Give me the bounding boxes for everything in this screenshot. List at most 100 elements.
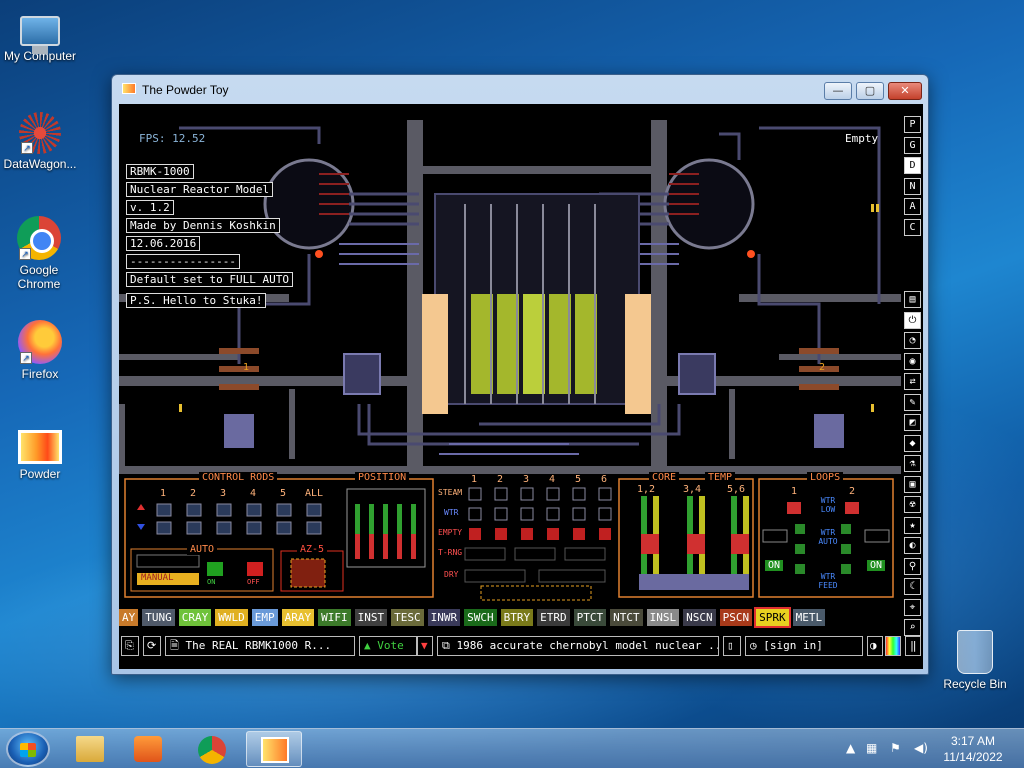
menu-tool-9-icon[interactable]: ⚗: [904, 455, 921, 472]
element-button[interactable]: PSCN: [719, 609, 753, 626]
menu-tool-10-icon[interactable]: ▣: [904, 475, 921, 493]
core-label: CORE: [649, 472, 680, 483]
element-button[interactable]: INSL: [646, 609, 680, 626]
powder-toy-window[interactable]: The Powder Toy — ▢ ✕ FPS: 12.52 Empty RB…: [111, 74, 929, 675]
desktop-icon-powder[interactable]: Powder: [0, 424, 80, 481]
element-button[interactable]: METL: [792, 609, 826, 626]
element-button[interactable]: WWLD: [215, 609, 248, 626]
settings-icon[interactable]: ◑: [867, 636, 883, 656]
element-button[interactable]: ARAY: [281, 609, 315, 626]
vote-up-button[interactable]: ▲ Vote: [359, 636, 417, 656]
menu-tool-5-icon[interactable]: ⇄: [904, 373, 921, 390]
menu-tool-4-icon[interactable]: ◉: [904, 352, 921, 370]
sign-in-button[interactable]: ◷ [sign in]: [745, 636, 863, 656]
menu-tool-11-icon[interactable]: ☢: [904, 496, 921, 513]
menu-tool-14-icon[interactable]: ⚲: [904, 557, 921, 575]
menu-d-button[interactable]: D: [904, 157, 921, 174]
description-button[interactable]: ⧉ 1986 accurate chernobyl model nuclear …: [437, 636, 719, 656]
menu-tool-12-icon[interactable]: ★: [904, 516, 921, 534]
loop2-on-button[interactable]: ON: [867, 560, 886, 571]
menu-tool-16-icon[interactable]: ⌖: [904, 598, 921, 616]
bottom-bar: ⎘ ⟳ 🗎 The REAL RBMK1000 R... ▲ Vote ▼ ⧉ …: [119, 635, 923, 657]
loop-number-2: 2: [819, 362, 826, 373]
element-button[interactable]: NSCN: [683, 609, 716, 626]
taskbar-powder-toy[interactable]: [246, 731, 302, 767]
pause-icon[interactable]: ‖: [905, 636, 921, 656]
menu-tool-3-icon[interactable]: ◔: [904, 332, 921, 349]
window-titlebar[interactable]: The Powder Toy — ▢ ✕: [112, 75, 928, 105]
loop1-on-button[interactable]: ON: [765, 560, 784, 571]
element-button[interactable]: SPRK: [754, 607, 791, 628]
element-button[interactable]: INWR: [427, 609, 461, 626]
taskbar-clock[interactable]: 3:17 AM 11/14/2022: [935, 733, 1011, 765]
sim-note-8: P.S. Hello to Stuka!: [126, 293, 267, 308]
element-button[interactable]: TUNG: [142, 609, 175, 626]
save-title-button[interactable]: 🗎 The REAL RBMK1000 R...: [165, 636, 355, 656]
menu-c-button[interactable]: C: [904, 218, 921, 236]
manual-button[interactable]: MANUAL: [141, 573, 174, 583]
game-client[interactable]: FPS: 12.52 Empty RBMK-1000 Nuclear React…: [119, 104, 923, 669]
sim-note-2: Nuclear Reactor Model: [126, 182, 274, 197]
element-button[interactable]: TESC: [391, 609, 424, 626]
recycle-bin-icon: [957, 630, 993, 674]
simulation-canvas[interactable]: [119, 104, 901, 607]
menu-tool-8-icon[interactable]: ◆: [904, 434, 921, 452]
rod-col-4: 4: [250, 488, 257, 499]
menu-tool-6-icon[interactable]: ✎: [904, 393, 921, 411]
element-button[interactable]: AY: [119, 609, 139, 626]
element-button[interactable]: PTCT: [573, 609, 607, 626]
element-button[interactable]: BTRY: [500, 609, 534, 626]
media-player-icon: [134, 736, 162, 762]
tag-icon: ⧉: [442, 639, 457, 652]
sign-in-text: [sign in]: [763, 639, 823, 652]
reload-icon[interactable]: ⟳: [143, 636, 161, 656]
menu-n-button[interactable]: N: [904, 177, 921, 195]
rod-col-1: 1: [160, 488, 167, 499]
menu-tool-17-icon[interactable]: ⌕: [904, 619, 921, 636]
volume-icon[interactable]: ◀): [914, 741, 928, 755]
element-button[interactable]: INST: [354, 609, 388, 626]
sim-note-3: v. 1.2: [126, 200, 174, 215]
menu-tool-1-icon[interactable]: ▤: [904, 291, 921, 308]
maximize-button[interactable]: ▢: [856, 82, 884, 100]
element-button[interactable]: CRAY: [178, 609, 212, 626]
menu-tool-15-icon[interactable]: ☾: [904, 578, 921, 595]
taskbar-media-player[interactable]: [120, 731, 176, 767]
taskbar-chrome[interactable]: [184, 731, 240, 767]
desktop-icon-chrome[interactable]: ↗ Google Chrome: [0, 216, 78, 291]
open-save-icon[interactable]: ⎘: [121, 636, 139, 656]
desktop-icon-label: Powder: [19, 467, 61, 481]
row-wtr: WTR: [444, 508, 459, 517]
menu-tool-2-icon[interactable]: ⏻: [904, 311, 921, 329]
element-button[interactable]: NTCT: [610, 609, 643, 626]
start-button[interactable]: [6, 731, 50, 767]
element-button[interactable]: EMP: [251, 609, 278, 626]
menu-tool-7-icon[interactable]: ◩: [904, 414, 921, 431]
menu-a-button[interactable]: A: [904, 198, 921, 215]
element-button[interactable]: SWCH: [464, 609, 497, 626]
description-text: 1986 accurate chernobyl model nuclear ..…: [456, 639, 719, 652]
clock-date: 11/14/2022: [943, 750, 1003, 764]
row-t-rng: T-RNG: [438, 548, 463, 557]
sim-note-7: Default set to FULL AUTO: [126, 272, 293, 287]
core-col-56: 5,6: [727, 484, 746, 495]
report-icon[interactable]: ▯: [723, 636, 741, 656]
show-hidden-icons[interactable]: ▲: [846, 741, 855, 755]
desktop-icon-my-computer[interactable]: My Computer: [0, 8, 80, 63]
desktop-icon-recycle-bin[interactable]: Recycle Bin: [935, 630, 1015, 691]
taskbar-explorer[interactable]: [62, 731, 118, 767]
desktop-icon-datawagon[interactable]: ↗ DataWagon...: [0, 112, 80, 171]
close-button[interactable]: ✕: [888, 82, 922, 100]
element-button[interactable]: WIFI: [318, 609, 351, 626]
network-icon[interactable]: ▦: [866, 741, 877, 755]
vote-down-button[interactable]: ▼: [417, 636, 433, 656]
menu-tool-13-icon[interactable]: ◐: [904, 537, 921, 554]
datawagon-icon: ↗: [19, 112, 61, 154]
desktop-icon-firefox[interactable]: ↗ Firefox: [0, 320, 80, 381]
menu-p-button[interactable]: P: [904, 116, 921, 133]
menu-g-button[interactable]: G: [904, 136, 921, 154]
element-button[interactable]: ETRD: [537, 609, 570, 626]
display-mode-icon[interactable]: [885, 636, 901, 656]
action-center-icon[interactable]: ⚑: [890, 741, 901, 755]
minimize-button[interactable]: —: [824, 82, 852, 100]
